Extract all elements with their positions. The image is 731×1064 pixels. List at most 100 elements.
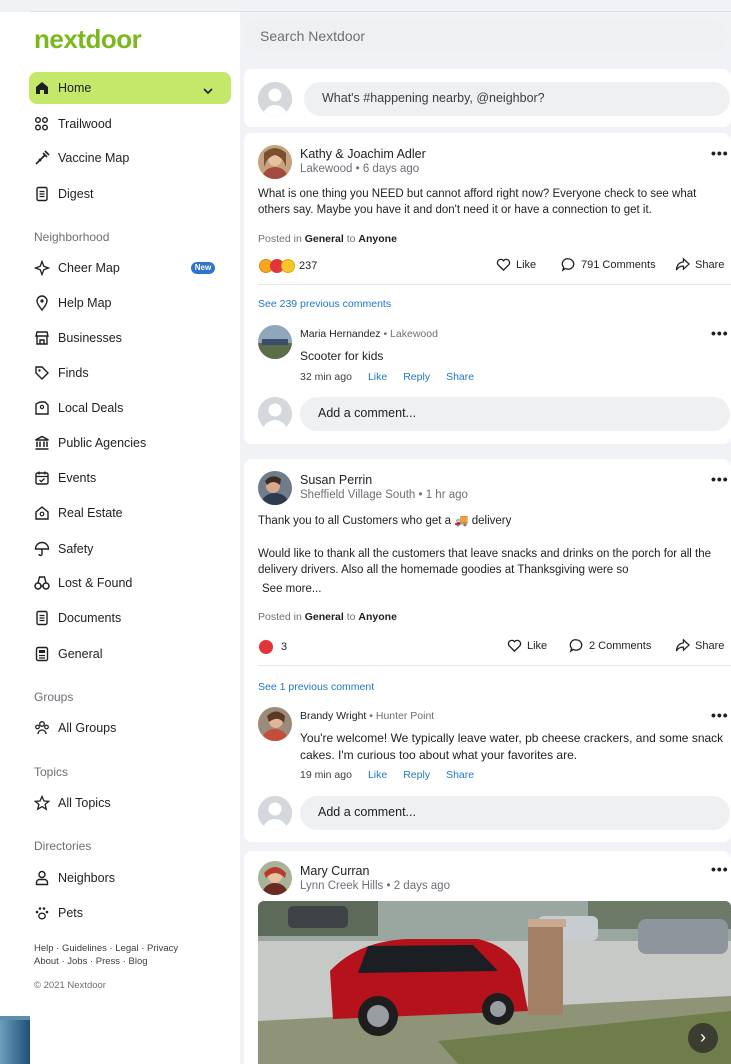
sidebar-item-all-topics[interactable]: All Topics bbox=[34, 792, 111, 814]
post-author[interactable]: Mary Curran bbox=[300, 864, 369, 878]
footer-links-1[interactable]: Help · Guidelines · Legal · Privacy bbox=[34, 943, 178, 954]
smile-emoji-icon bbox=[281, 259, 295, 273]
post-photo[interactable] bbox=[258, 901, 731, 1064]
comment-author[interactable]: Brandy Wright • Hunter Point bbox=[300, 710, 434, 722]
store-icon bbox=[34, 330, 50, 346]
add-comment-input[interactable]: Add a comment... bbox=[300, 796, 730, 830]
see-previous-comments[interactable]: See 1 previous comment bbox=[258, 681, 374, 693]
binoculars-icon bbox=[34, 575, 50, 591]
sidebar-item-label: All Topics bbox=[58, 796, 111, 810]
avatar[interactable] bbox=[258, 861, 292, 895]
house-icon bbox=[34, 505, 50, 521]
avatar[interactable] bbox=[258, 325, 292, 359]
sidebar-item-all-groups[interactable]: All Groups bbox=[34, 717, 116, 739]
composer-input[interactable]: What's #happening nearby, @neighbor? bbox=[304, 82, 730, 116]
comments-button[interactable]: 2 Comments bbox=[569, 638, 651, 653]
sidebar-item-label: Home bbox=[58, 81, 92, 95]
sidebar-item-label: Cheer Map bbox=[58, 261, 120, 275]
post-meta: Sheffield Village South • 1 hr ago bbox=[300, 489, 468, 501]
more-options-icon[interactable]: ••• bbox=[711, 325, 729, 341]
sidebar-item-label: All Groups bbox=[58, 721, 117, 735]
search-input[interactable]: Search Nextdoor bbox=[244, 20, 728, 51]
more-options-icon[interactable]: ••• bbox=[711, 861, 729, 877]
share-icon bbox=[675, 638, 690, 652]
neighborhood-heading: Neighborhood bbox=[34, 230, 110, 244]
sidebar-item-label: Pets bbox=[58, 906, 84, 920]
reaction-count[interactable]: 237 bbox=[299, 260, 317, 272]
comment-meta: 32 min ago Like Reply Share bbox=[300, 371, 475, 383]
comments-button[interactable]: 791 Comments bbox=[561, 257, 656, 272]
syringe-icon bbox=[34, 150, 50, 166]
comment-like-link[interactable]: Like bbox=[368, 371, 387, 383]
comment-meta: 19 min ago Like Reply Share bbox=[300, 769, 475, 781]
like-button[interactable]: Like bbox=[496, 257, 536, 272]
document-icon bbox=[34, 186, 50, 202]
copyright: © 2021 Nextdoor bbox=[34, 980, 106, 991]
post-author[interactable]: Kathy & Joachim Adler bbox=[300, 147, 426, 161]
sidebar-item-businesses[interactable]: Businesses bbox=[34, 327, 122, 349]
deal-icon bbox=[34, 400, 50, 416]
comment-share-link[interactable]: Share bbox=[446, 371, 474, 383]
sidebar-item-label: Vaccine Map bbox=[58, 151, 130, 165]
sparkle-icon bbox=[34, 260, 50, 276]
sidebar-item-label: Safety bbox=[58, 542, 94, 556]
building-icon bbox=[34, 435, 50, 451]
comment-author[interactable]: Maria Hernandez • Lakewood bbox=[300, 328, 438, 340]
sidebar-item-label: Finds bbox=[58, 366, 89, 380]
sidebar-item-safety[interactable]: Safety bbox=[34, 538, 93, 560]
sidebar-item-public-agencies[interactable]: Public Agencies bbox=[34, 432, 146, 454]
more-options-icon[interactable]: ••• bbox=[711, 471, 729, 487]
comment-reply-link[interactable]: Reply bbox=[403, 769, 430, 781]
see-previous-comments[interactable]: See 239 previous comments bbox=[258, 298, 391, 310]
sidebar-item-cheer-map[interactable]: Cheer Map bbox=[34, 257, 120, 279]
sidebar-item-digest[interactable]: Digest bbox=[34, 183, 93, 205]
sidebar-item-label: Neighbors bbox=[58, 871, 115, 885]
sidebar-item-label: Digest bbox=[58, 187, 94, 201]
umbrella-icon bbox=[34, 541, 50, 557]
comment-like-link[interactable]: Like bbox=[368, 769, 387, 781]
avatar[interactable] bbox=[258, 471, 292, 505]
more-options-icon[interactable]: ••• bbox=[711, 707, 729, 723]
topics-heading: Topics bbox=[34, 765, 69, 779]
sidebar-item-local-deals[interactable]: Local Deals bbox=[34, 397, 123, 419]
sidebar-item-pets[interactable]: Pets bbox=[34, 902, 83, 924]
sidebar-item-trailwood[interactable]: Trailwood bbox=[34, 113, 112, 135]
tag-icon bbox=[34, 365, 50, 381]
avatar[interactable] bbox=[258, 145, 292, 179]
see-more-link[interactable]: See more... bbox=[262, 581, 321, 597]
heart-emoji-icon[interactable] bbox=[259, 640, 273, 654]
share-button[interactable]: Share bbox=[675, 638, 724, 653]
sidebar-item-home-row[interactable]: Home bbox=[34, 77, 91, 99]
sidebar-item-documents[interactable]: Documents bbox=[34, 607, 121, 629]
share-button[interactable]: Share bbox=[675, 257, 724, 272]
next-photo-button[interactable]: › bbox=[688, 1023, 718, 1053]
sidebar-item-vaccine-map[interactable]: Vaccine Map bbox=[34, 147, 129, 169]
like-button[interactable]: Like bbox=[507, 638, 547, 653]
add-comment-input[interactable]: Add a comment... bbox=[300, 397, 730, 431]
sidebar-item-general[interactable]: General bbox=[34, 643, 102, 665]
sidebar-item-label: Businesses bbox=[58, 331, 122, 345]
post-author[interactable]: Susan Perrin bbox=[300, 473, 372, 487]
avatar bbox=[258, 82, 292, 116]
post-meta: Lakewood • 6 days ago bbox=[300, 163, 420, 175]
star-icon bbox=[34, 795, 50, 811]
calendar-icon bbox=[34, 470, 50, 486]
post-body-line1: Thank you to all Customers who get a 🚚 d… bbox=[258, 515, 512, 527]
sidebar-item-help-map[interactable]: Help Map bbox=[34, 292, 112, 314]
reaction-count[interactable]: 3 bbox=[281, 641, 287, 653]
chevron-down-icon[interactable] bbox=[202, 80, 214, 102]
sidebar-item-real-estate[interactable]: Real Estate bbox=[34, 502, 123, 524]
sidebar-item-finds[interactable]: Finds bbox=[34, 362, 89, 384]
comment-share-link[interactable]: Share bbox=[446, 769, 474, 781]
more-options-icon[interactable]: ••• bbox=[711, 145, 729, 161]
avatar[interactable] bbox=[258, 707, 292, 741]
sidebar-item-label: Documents bbox=[58, 611, 122, 625]
sidebar-item-events[interactable]: Events bbox=[34, 467, 96, 489]
comment-reply-link[interactable]: Reply bbox=[403, 371, 430, 383]
sidebar-item-label: Public Agencies bbox=[58, 436, 147, 450]
sidebar-item-lost-found[interactable]: Lost & Found bbox=[34, 572, 132, 594]
footer-links-2[interactable]: About · Jobs · Press · Blog bbox=[34, 956, 148, 967]
sidebar-item-neighbors[interactable]: Neighbors bbox=[34, 867, 115, 889]
home-icon bbox=[34, 80, 50, 96]
nextdoor-logo[interactable]: nextdoor bbox=[34, 24, 142, 55]
